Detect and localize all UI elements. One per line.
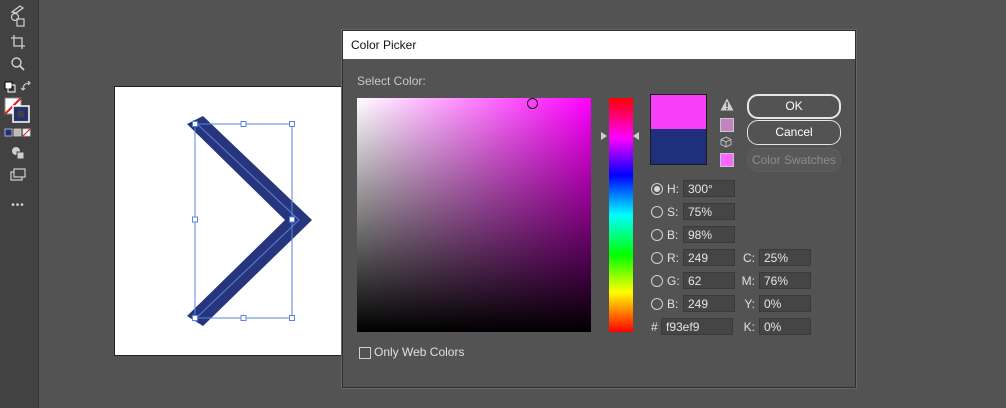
brightness-label: B: [667,227,679,242]
black-label: K: [743,319,755,334]
tools-panel: ••• [0,0,39,408]
select-color-label: Select Color: [357,74,426,88]
hue-label: H: [667,181,679,196]
selection-handle [192,315,198,321]
shape-builder-icon[interactable] [8,11,28,29]
ok-button[interactable]: OK [747,94,841,119]
out-of-gamut-warning-icon[interactable] [720,98,734,114]
hue-slider-left-arrow[interactable] [601,132,607,140]
yellow-row: Y: 0% [739,295,811,312]
blue-label: B: [667,296,679,311]
hue-slider-right-arrow[interactable] [633,132,639,140]
hue-field[interactable]: 300° [683,180,735,197]
chevron-path-highlight [192,119,300,322]
color-swatches-button: Color Swatches [747,148,841,172]
magenta-field[interactable]: 76% [759,272,811,289]
saturation-brightness-field[interactable] [357,98,591,332]
web-safe-warning-icon[interactable] [720,136,732,148]
more-tools-icon[interactable]: ••• [8,196,28,214]
saturation-label: S: [667,204,679,219]
cyan-label: C: [743,250,755,265]
new-color-swatch [650,94,707,130]
web-safe-swatch[interactable] [720,153,734,167]
current-color-swatch[interactable] [650,129,707,165]
red-row: R: 249 [651,249,735,266]
blue-row: B: 249 [651,295,735,312]
saturation-row: S: 75% [651,203,735,220]
brightness-field[interactable]: 98% [683,226,735,243]
color-field-cursor[interactable] [527,98,538,109]
selection-handle [192,121,198,127]
black-row: K: 0% [739,318,811,335]
brightness-row: B: 98% [651,226,735,243]
red-radio[interactable] [651,251,663,264]
hue-radio[interactable] [651,182,663,195]
yellow-field[interactable]: 0% [759,295,811,312]
cyan-field[interactable]: 25% [759,249,811,266]
color-mode-icon[interactable] [4,127,32,139]
selection-handle [289,315,295,321]
brightness-radio[interactable] [651,228,663,241]
color-picker-dialog: Color Picker Select Color: OK Cancel Col… [342,30,856,388]
blue-field[interactable]: 249 [683,295,735,312]
green-field[interactable]: 62 [683,272,735,289]
screen-mode-icon[interactable] [8,166,28,184]
only-web-colors-label[interactable]: Only Web Colors [374,345,464,359]
selection-handle [240,121,247,127]
cyan-row: C: 25% [739,249,811,266]
hex-field[interactable]: f93ef9 [661,318,733,335]
saturation-radio[interactable] [651,205,663,218]
artboard [114,86,348,356]
dialog-title[interactable]: Color Picker [343,31,855,59]
gamut-correction-swatch[interactable] [720,118,734,132]
hex-row: # f93ef9 [651,318,733,335]
draw-mode-icon[interactable] [8,144,28,162]
red-label: R: [667,250,679,265]
artboard-icon[interactable] [8,33,28,51]
chevron-artwork[interactable] [115,87,347,355]
blue-radio[interactable] [651,297,663,310]
zoom-icon[interactable] [8,55,28,73]
magenta-row: M: 76% [739,272,811,289]
hex-label: # [651,319,658,334]
selection-handle [289,121,295,127]
red-field[interactable]: 249 [683,249,735,266]
only-web-colors-checkbox[interactable] [359,347,371,359]
hue-row: H: 300° [651,180,735,197]
green-row: G: 62 [651,272,735,289]
selection-handle [192,216,198,223]
swap-colors-icon[interactable] [20,78,34,96]
yellow-label: Y: [744,296,755,311]
default-colors-icon[interactable] [3,78,17,96]
green-label: G: [667,273,680,288]
green-radio[interactable] [651,274,663,287]
selection-handle [289,216,295,223]
saturation-field[interactable]: 75% [683,203,735,220]
black-field[interactable]: 0% [759,318,811,335]
hue-slider[interactable] [609,98,633,332]
magenta-label: M: [741,273,755,288]
selection-bounding-box [194,123,293,319]
selection-handle [240,315,247,321]
cancel-button[interactable]: Cancel [747,120,841,145]
fill-stroke-icon[interactable] [3,96,31,124]
